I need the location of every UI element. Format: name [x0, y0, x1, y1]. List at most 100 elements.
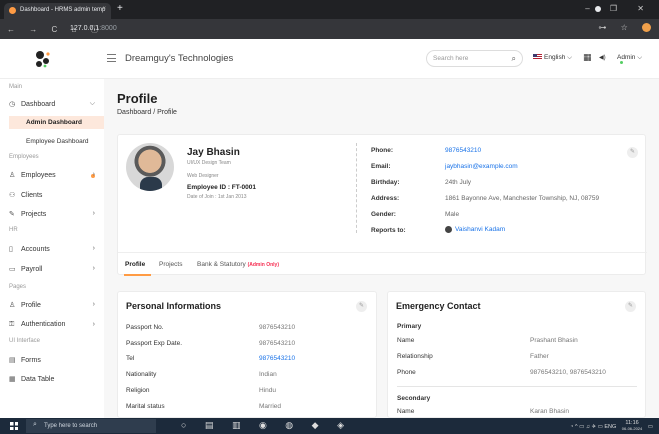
edit-personal-button[interactable]: ✎	[356, 301, 367, 312]
sidebar-item-employees[interactable]: ♙ Employees ›	[9, 171, 99, 183]
info-value: Indian	[259, 371, 277, 378]
detail-reports-to[interactable]: Vaishanvi Kadam	[445, 226, 505, 233]
sound-icon[interactable]: ◀)	[599, 54, 606, 61]
calendar-icon[interactable]: ▦	[583, 52, 592, 63]
sidebar-item-projects[interactable]: ✎ Projects ›	[9, 210, 99, 222]
us-flag-icon	[533, 54, 542, 61]
search-placeholder: Search here	[433, 55, 469, 62]
key-icon: ⚿	[9, 321, 15, 328]
windows-start-icon[interactable]	[10, 422, 18, 430]
detail-label: Address:	[371, 195, 400, 202]
company-logo-icon	[36, 51, 50, 68]
info-label: Tel	[126, 355, 135, 362]
taskbar-search-input[interactable]: ⌕ Type here to search	[26, 419, 156, 433]
clock[interactable]: 11:16 06-06-2024	[621, 420, 643, 432]
tray-icons[interactable]: ◔ ^ ▭ ♫ ✈ ▭ ENG	[570, 424, 616, 430]
sidebar-item-payroll[interactable]: ▭ Payroll ›	[9, 265, 99, 277]
sidebar-item-label: Data Table	[21, 376, 55, 383]
search-input[interactable]: Search here ⌕	[426, 50, 523, 67]
detail-email[interactable]: jaybhasin@example.com	[445, 163, 518, 170]
browser-tab[interactable]: Dashboard - HRMS admin temp ×	[4, 3, 111, 19]
profile-tabs: Profile Projects Bank & Statutory (Admin…	[118, 252, 647, 276]
notifications-icon[interactable]: ▭	[648, 424, 653, 430]
app-header: Dreamguy's Technologies Search here ⌕ En…	[0, 39, 659, 79]
sidebar-item-employee-dashboard[interactable]: Employee Dashboard	[9, 135, 104, 148]
pencil-icon: ✎	[9, 211, 15, 218]
menu-toggle-icon[interactable]	[107, 54, 116, 62]
key-star-icons[interactable]: ⊶ ☆	[598, 23, 633, 32]
users-icon: ⚇	[9, 192, 16, 199]
dashboard-icon: ◷	[9, 101, 16, 108]
emergency-label: Phone	[397, 369, 416, 376]
profile-card: Jay Bhasin UI/UX Design Team Web Designe…	[117, 134, 647, 276]
sidebar-section-main: Main	[9, 84, 23, 90]
sidebar-item-label: Authentication	[21, 321, 66, 328]
emergency-label: Name	[397, 408, 415, 415]
site-favicon-icon	[9, 7, 16, 14]
sidebar-item-data-table[interactable]: ▦ Data Table	[9, 375, 99, 387]
chevron-down-icon: ⌵	[637, 54, 643, 61]
detail-phone[interactable]: 9876543210	[445, 147, 481, 154]
emergency-primary-heading: Primary	[397, 323, 422, 330]
tab-label: Bank & Statutory	[197, 261, 246, 268]
edit-emergency-button[interactable]: ✎	[625, 301, 636, 312]
taskbar-app-icons[interactable]: ○ ▤ ▥ ◉ ◍ ◆ ◈	[181, 420, 352, 431]
tab-bank-statutory[interactable]: Bank & Statutory (Admin Only)	[197, 261, 279, 268]
money-icon: ▭	[9, 266, 16, 273]
info-label: Religion	[126, 387, 150, 394]
avatar	[445, 226, 452, 233]
info-value-tel[interactable]: 9876543210	[259, 355, 295, 362]
info-value: 9876543210	[259, 340, 296, 347]
sidebar-item-dashboard[interactable]: ◷ Dashboard ⌵	[9, 100, 99, 112]
chevron-down-icon: ⌵	[567, 54, 573, 61]
url-field[interactable]: 127.0.0.1:8000	[70, 25, 117, 32]
page-title: Profile	[117, 91, 158, 106]
language-label: English	[544, 54, 566, 61]
info-value: Married	[259, 403, 282, 410]
profile-employee-id: Employee ID : FT-0001	[187, 184, 256, 191]
info-value: 9876543210	[259, 324, 296, 331]
close-tab-icon[interactable]: ×	[102, 6, 106, 12]
sidebar-item-admin-dashboard[interactable]: Admin Dashboard	[9, 116, 104, 129]
company-name: Dreamguy's Technologies	[125, 53, 234, 64]
detail-label: Phone:	[371, 147, 394, 154]
tab-projects[interactable]: Projects	[159, 261, 182, 268]
sidebar-item-clients[interactable]: ⚇ Clients	[9, 191, 99, 203]
sidebar-item-authentication[interactable]: ⚿ Authentication ›	[9, 321, 99, 333]
chevron-right-icon: ›	[92, 171, 95, 178]
sidebar-item-forms[interactable]: ▤ Forms	[9, 356, 99, 368]
search-icon[interactable]: ⌕	[512, 54, 516, 64]
divider	[397, 386, 637, 387]
profile-designation: Web Designer	[187, 173, 219, 179]
sidebar-section-ui: UI Interface	[9, 338, 41, 344]
card-title: Emergency Contact	[396, 301, 481, 311]
window-controls[interactable]: – ❐ ✕	[585, 4, 653, 13]
active-tab-indicator	[124, 274, 151, 276]
reports-to-name: Vaishanvi Kadam	[455, 226, 506, 234]
profile-date-of-join: Date of Join : 1st Jan 2013	[187, 194, 247, 200]
browser-tab-title: Dashboard - HRMS admin temp	[20, 7, 106, 13]
online-status-icon	[620, 61, 623, 64]
browser-avatar-icon[interactable]	[642, 23, 651, 33]
sidebar-item-profile[interactable]: ♙ Profile ›	[9, 301, 99, 313]
sidebar-item-label: Forms	[21, 357, 41, 364]
tab-profile[interactable]: Profile	[125, 261, 145, 268]
sidebar-item-label: Employees	[21, 172, 56, 179]
browser-right-icons[interactable]: ⊶ ☆	[598, 23, 651, 33]
forms-icon: ▤	[9, 357, 16, 364]
system-tray[interactable]: ◔ ^ ▭ ♫ ✈ ▭ ENG 11:16 06-06-2024 ▭	[570, 420, 653, 432]
detail-address: 1861 Bayonne Ave, Manchester Township, N…	[445, 195, 600, 202]
breadcrumb[interactable]: Dashboard / Profile	[117, 109, 177, 116]
edit-profile-button[interactable]: ✎	[627, 147, 638, 158]
personal-info-card: Personal Informations ✎ Passport No. 987…	[117, 291, 377, 418]
card-title: Personal Informations	[126, 301, 222, 311]
user-icon: ♙	[9, 172, 16, 179]
sidebar-item-label: Dashboard	[21, 101, 56, 108]
detail-label: Birthday:	[371, 179, 400, 186]
language-dropdown[interactable]: English ⌵	[533, 54, 572, 62]
new-tab-button[interactable]: +	[117, 3, 123, 14]
clock-date: 06-06-2024	[621, 426, 643, 431]
chevron-right-icon: ›	[92, 245, 95, 252]
sidebar-section-hr: HR	[9, 227, 18, 233]
sidebar-item-accounts[interactable]: ▯ Accounts ›	[9, 245, 99, 257]
